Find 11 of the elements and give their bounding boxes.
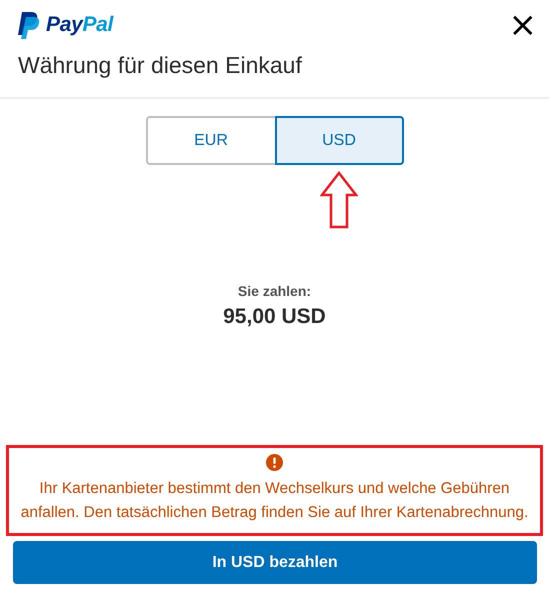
logo-mark-icon xyxy=(18,12,40,38)
currency-tab[interactable]: USD xyxy=(274,116,404,165)
warning-icon xyxy=(266,454,283,471)
logo-wordmark: PayPal xyxy=(46,13,114,37)
amount-value: 95,00 USD xyxy=(222,305,327,329)
pay-button[interactable]: In USD bezahlen xyxy=(13,541,537,584)
currency-tab[interactable]: EUR xyxy=(146,116,274,165)
dialog-title: Währung für diesen Einkauf xyxy=(18,52,303,79)
close-button[interactable]: × xyxy=(498,10,547,40)
amount-label: Sie zahlen: xyxy=(236,283,312,299)
notice-text: Ihr Kartenanbieter bestimmt den Wechselkurs und welche Gebühren anfallen. Den tatsächlichen Betrag finden Sie auf Ihrer Kartenabrechnung. xyxy=(20,479,530,523)
